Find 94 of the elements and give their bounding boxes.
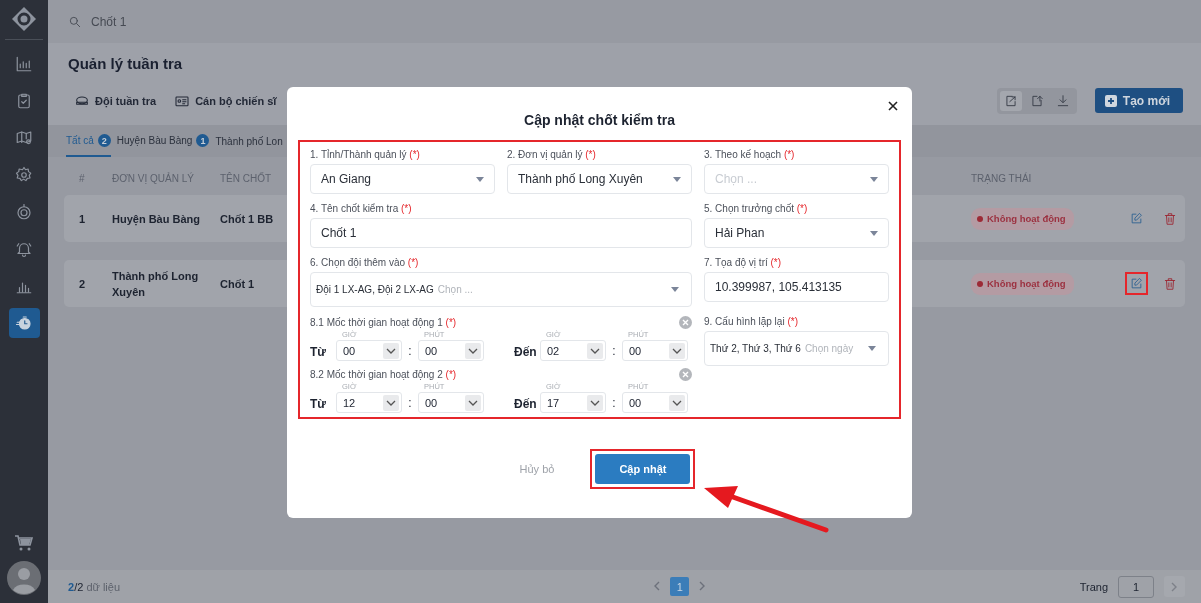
select-field[interactable]: Thành phố Long Xuyên	[507, 164, 692, 194]
field-label: 5. Chọn trưởng chốt (*)	[704, 203, 809, 214]
hour-select[interactable]: 17	[540, 392, 606, 413]
gear-icon	[15, 165, 33, 184]
share-icon	[1003, 93, 1018, 108]
caret-icon	[671, 287, 679, 292]
dialog-title: Cập nhật chốt kiểm tra	[524, 111, 675, 128]
view-tab[interactable]: Đội tuần tra	[74, 92, 157, 109]
edit-icon	[1129, 277, 1143, 290]
chevron-right-icon	[1171, 581, 1178, 592]
page-title: Quản lý tuần tra	[68, 54, 184, 72]
cart-icon[interactable]	[15, 535, 33, 551]
caret-icon	[870, 176, 878, 182]
trash-icon	[1163, 276, 1177, 291]
from-label: Từ	[310, 397, 328, 413]
filter-tab[interactable]: Tất cả 2	[66, 134, 111, 157]
caret-icon	[673, 176, 681, 182]
create-button[interactable]: Tạo mới	[1094, 88, 1183, 113]
map-icon	[15, 128, 33, 147]
caret-icon	[868, 346, 876, 351]
clipboard-icon	[15, 91, 33, 110]
column-header: TRẠNG THÁI	[971, 172, 1032, 184]
chevron-icon[interactable]	[383, 342, 399, 359]
table-cell-text: 1	[79, 211, 86, 227]
search-icon	[68, 14, 82, 29]
field-label: 2. Đơn vị quản lý (*)	[507, 149, 597, 160]
table-cell-text: 2	[79, 276, 86, 292]
chevron-icon[interactable]	[465, 342, 481, 359]
chevron-icon[interactable]	[465, 394, 481, 411]
field-label: 7. Tọa độ vị trí (*)	[704, 257, 783, 268]
select-field[interactable]: Hải Phan	[704, 218, 889, 248]
field-label: 4. Tên chốt kiểm tra (*)	[310, 203, 413, 214]
minute-select[interactable]: 00	[418, 392, 484, 413]
filter-tab[interactable]: Huyện Bàu Bàng 1	[116, 134, 210, 157]
update-button[interactable]: Cập nhật	[595, 453, 691, 484]
count-badge: 1	[196, 134, 210, 147]
export-button[interactable]	[999, 90, 1022, 111]
table-cell-text: Huyện Bàu Bàng	[112, 211, 200, 227]
field-label: 9. Cấu hình lặp lại (*)	[704, 316, 799, 327]
multi-select-field[interactable]: Thứ 2, Thứ 3, Thứ 6 Chọn ngày	[704, 331, 889, 366]
table-cell-text: Chốt 1 BB	[220, 211, 274, 227]
time-separator: :	[407, 344, 413, 360]
input-field[interactable]: 10.399987, 105.413135	[704, 272, 889, 302]
minute-select[interactable]: 00	[622, 392, 688, 413]
hour-select[interactable]: 00	[336, 340, 402, 361]
stopwatch-icon	[15, 313, 33, 332]
select-field[interactable]: An Giang	[310, 164, 495, 194]
chart-icon	[15, 54, 33, 73]
table-cell-text: Thành phố Long Xuyên	[112, 268, 200, 300]
to-label: Đến	[514, 397, 538, 413]
column-header: TÊN CHỐT	[220, 172, 272, 184]
field-label: 1. Tỉnh/Thành quản lý (*)	[310, 149, 421, 160]
download-icon	[1055, 93, 1070, 108]
upload-icon	[1029, 93, 1044, 108]
filter-tab[interactable]: Thành phố Lon	[215, 136, 283, 157]
trash-icon	[1163, 211, 1177, 226]
status-badge: Không hoạt động	[971, 272, 1074, 295]
target-icon	[15, 202, 33, 221]
page-input[interactable]: 1	[1118, 575, 1154, 598]
record-count: 2/2 dữ liệu	[68, 580, 121, 593]
plus-icon	[1104, 94, 1117, 107]
time-separator: :	[611, 396, 617, 412]
avatar-icon[interactable]	[7, 561, 41, 595]
field-label: 6. Chọn đội thêm vào (*)	[310, 257, 420, 268]
field-label: 8.1 Mốc thời gian hoạt động 1 (*)	[310, 317, 457, 328]
field-label: 3. Theo kế hoạch (*)	[704, 149, 796, 160]
minute-select[interactable]: 00	[622, 340, 688, 361]
input-field[interactable]: Chốt 1	[310, 218, 692, 248]
chevron-icon[interactable]	[383, 394, 399, 411]
count-badge: 2	[97, 134, 111, 147]
caret-icon	[476, 176, 484, 182]
multi-select-field[interactable]: Đội 1 LX-AG, Đội 2 LX-AG Chọn ...	[310, 272, 692, 307]
chevron-icon[interactable]	[587, 394, 603, 411]
page-label: Trang	[1079, 580, 1108, 593]
sidebar-item[interactable]	[8, 307, 40, 338]
column-header: #	[79, 172, 85, 184]
time-separator: :	[407, 396, 413, 412]
logo-icon[interactable]	[11, 6, 37, 32]
close-button[interactable]	[886, 99, 900, 113]
view-tab[interactable]: Cán bộ chiến sĩ	[174, 92, 277, 109]
hour-select[interactable]: 02	[540, 340, 606, 361]
minute-select[interactable]: 00	[418, 340, 484, 361]
caret-icon	[870, 230, 878, 236]
status-badge: Không hoạt động	[971, 207, 1074, 230]
chevron-icon[interactable]	[587, 342, 603, 359]
from-label: Từ	[310, 345, 328, 361]
field-label: 8.2 Mốc thời gian hoạt động 2 (*)	[310, 369, 457, 380]
table-cell-text: Chốt 1	[220, 276, 255, 292]
chevron-icon[interactable]	[669, 394, 685, 411]
chevron-icon[interactable]	[669, 342, 685, 359]
edit-icon	[1129, 212, 1143, 225]
hour-select[interactable]: 12	[336, 392, 402, 413]
to-label: Đến	[514, 345, 538, 361]
time-separator: :	[611, 344, 617, 360]
